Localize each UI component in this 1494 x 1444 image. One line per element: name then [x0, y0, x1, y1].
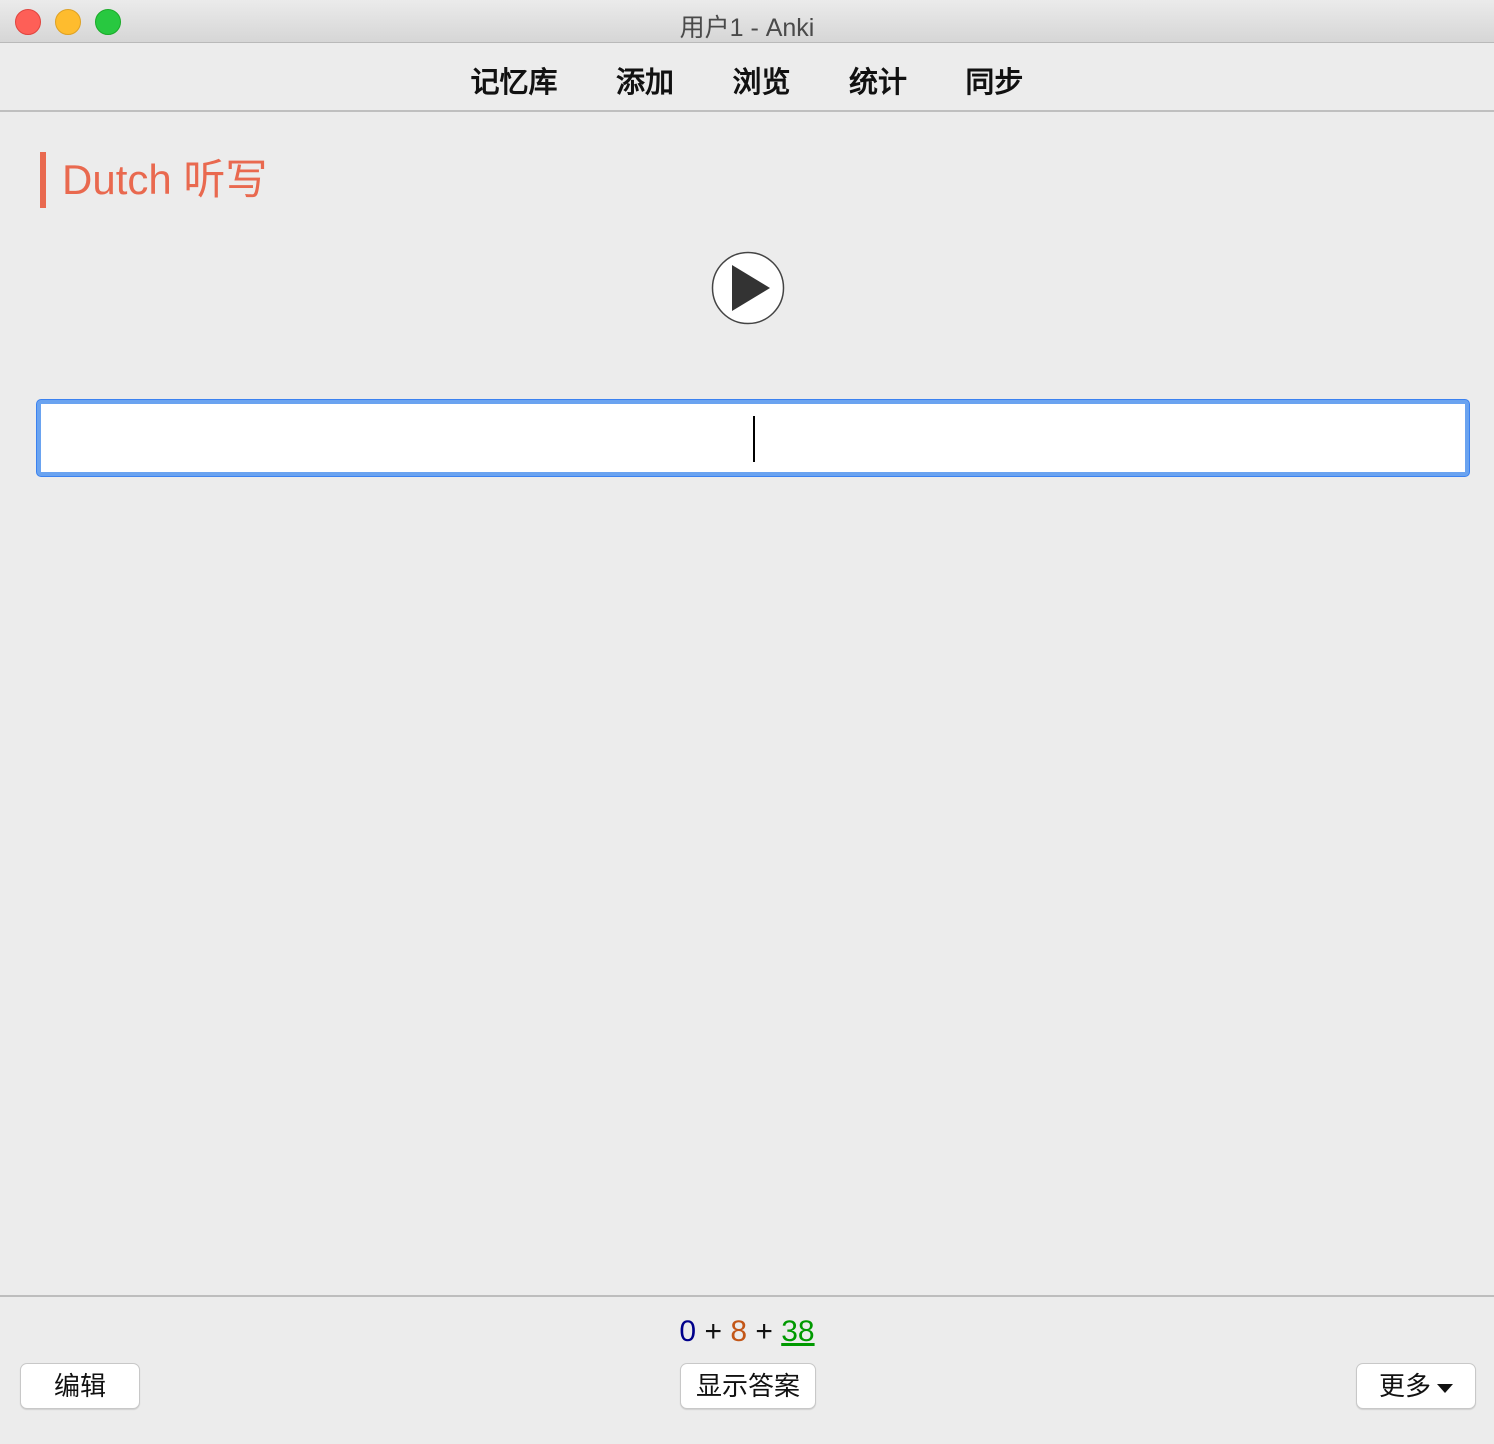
new-count: 0: [679, 1315, 697, 1348]
card-area: Dutch 听写: [0, 112, 1494, 1295]
show-answer-button[interactable]: 显示答案: [680, 1363, 816, 1409]
due-counts: 0 + 8 + 38: [0, 1315, 1494, 1349]
count-separator: +: [704, 1315, 722, 1348]
more-button[interactable]: 更多: [1356, 1363, 1476, 1409]
title-bar: 用户1 - Anki: [0, 0, 1494, 43]
play-icon: [711, 251, 785, 325]
toolbar-browse-link[interactable]: 浏览: [732, 59, 790, 101]
window-title: 用户1 - Anki: [679, 14, 815, 42]
chevron-down-icon: [1437, 1383, 1453, 1393]
edit-button[interactable]: 编辑: [20, 1363, 140, 1409]
anki-window: 用户1 - Anki 记忆库 添加 浏览 统计 同步 Dutch 听写 0 + …: [0, 0, 1494, 1444]
deck-title: Dutch 听写: [40, 152, 267, 208]
toolbar-decks-link[interactable]: 记忆库: [471, 59, 558, 101]
toolbar-stats-link[interactable]: 统计: [849, 59, 907, 101]
play-audio-button[interactable]: [711, 251, 785, 325]
toolbar-add-link[interactable]: 添加: [616, 59, 674, 101]
learning-count: 8: [730, 1315, 747, 1348]
text-caret: [753, 416, 755, 462]
bottom-bar: 0 + 8 + 38 编辑 显示答案 更多: [0, 1295, 1494, 1444]
count-separator: +: [755, 1315, 773, 1348]
main-toolbar: 记忆库 添加 浏览 统计 同步: [0, 44, 1494, 112]
toolbar-links: 记忆库 添加 浏览 统计 同步: [0, 59, 1494, 101]
more-button-label: 更多: [1378, 1371, 1431, 1401]
toolbar-sync-link[interactable]: 同步: [965, 59, 1023, 101]
review-count: 38: [781, 1315, 815, 1348]
